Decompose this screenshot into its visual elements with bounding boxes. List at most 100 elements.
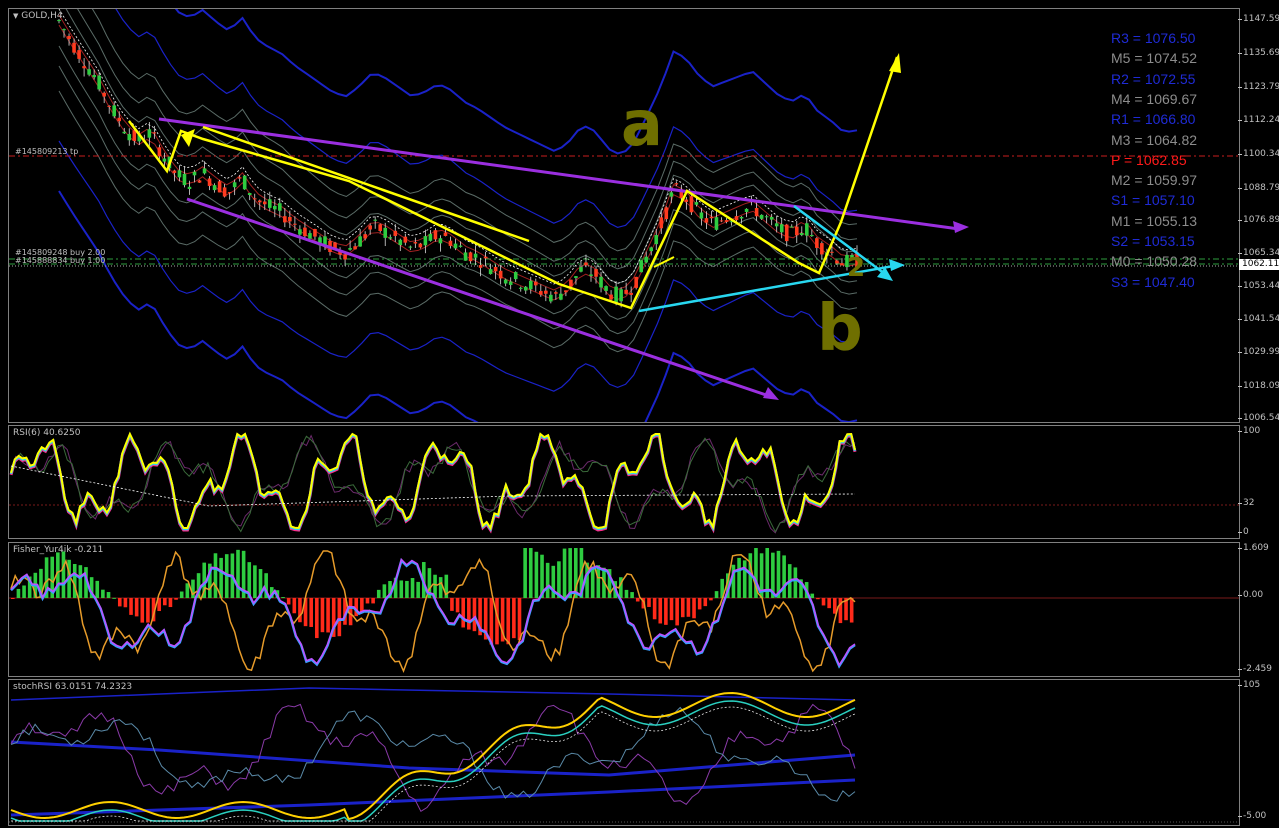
- candle-body: [799, 233, 804, 236]
- fisher-chart-svg: [9, 548, 1239, 674]
- candle-body: [794, 226, 799, 236]
- candle-body: [744, 208, 749, 212]
- candle-body: [383, 227, 388, 238]
- candle-body: [72, 42, 76, 53]
- candle-body: [784, 224, 789, 242]
- candle-body: [493, 266, 498, 272]
- candle-body: [759, 214, 764, 219]
- fisher-histogram-bar: [737, 557, 741, 598]
- price-scale-label: 1076.89: [1237, 215, 1279, 225]
- candle-body: [67, 35, 71, 39]
- candle-body: [453, 243, 458, 249]
- fisher-histogram-bar: [635, 598, 640, 602]
- pivot-level-label: R3 = 1076.50: [1111, 30, 1196, 46]
- fisher-histogram-bar: [95, 580, 100, 598]
- candle-body: [810, 235, 814, 237]
- candle-body: [448, 240, 453, 246]
- rsi-scale-min: 0: [1238, 527, 1249, 537]
- indicator-band-line: [58, 90, 858, 353]
- candle-body: [293, 223, 297, 225]
- candle-body: [478, 265, 483, 268]
- fisher-histogram-bar: [512, 598, 516, 639]
- fisher-histogram-bar: [810, 593, 815, 598]
- main-price-scale[interactable]: 1147.59 1135.69 1123.79 1112.24 1100.34 1088.…: [1237, 8, 1279, 423]
- candle-body: [769, 216, 774, 220]
- fisher-histogram-bar: [692, 598, 696, 619]
- main-price-pane[interactable]: ▼ GOLD,H4 #145809213 tp #145809248 buy 2…: [8, 8, 1240, 423]
- candle-body: [724, 220, 729, 222]
- fisher-histogram-bar: [140, 598, 145, 623]
- candle-body: [654, 235, 659, 245]
- fisher-histogram-bar: [450, 598, 454, 611]
- fisher-histogram-bar: [489, 598, 494, 645]
- candle-body: [308, 233, 312, 239]
- price-scale-label: 1041.54: [1237, 314, 1279, 324]
- candle-body: [62, 29, 66, 31]
- candle-body: [554, 292, 558, 294]
- candle-body: [564, 290, 568, 293]
- candle-body: [363, 234, 367, 239]
- fisher-histogram-bar: [590, 566, 595, 598]
- fisher-histogram-bar: [129, 598, 133, 615]
- candle-body: [117, 117, 122, 122]
- candle-body: [503, 279, 508, 284]
- fisher-histogram-bar: [680, 598, 685, 618]
- fisher-histogram-bar: [821, 598, 826, 606]
- fisher-histogram-bar: [134, 598, 139, 617]
- candle-body: [820, 243, 824, 255]
- candle-body: [433, 230, 438, 240]
- symbol-text: GOLD,H4: [21, 11, 63, 21]
- candle-body: [303, 227, 307, 237]
- indicator-band-line: [58, 14, 858, 291]
- candle-body: [483, 256, 488, 259]
- fisher-histogram-bar: [22, 585, 26, 598]
- candle-body: [624, 289, 628, 294]
- wave-b-annotation: b: [817, 292, 863, 366]
- triangle-down-icon[interactable]: ▼: [13, 12, 18, 20]
- fisher-histogram-bar: [11, 598, 15, 599]
- stochrsi-label: stochRSI 63.0151 74.2323: [13, 682, 133, 692]
- rsi-scale-max: 100: [1237, 426, 1261, 436]
- fisher-histogram-bar: [168, 598, 173, 608]
- candle-body: [669, 192, 674, 197]
- candle-body: [458, 245, 463, 247]
- fisher-histogram-bar: [624, 589, 629, 598]
- order-label-tp: #145809213 tp: [15, 147, 79, 156]
- candle-body: [539, 291, 543, 295]
- price-scale-label: 1112.24: [1237, 115, 1279, 125]
- candle-body: [343, 254, 347, 260]
- rsi-pane[interactable]: RSI(6) 40.6250: [8, 425, 1240, 539]
- price-scale-label: 1123.79: [1237, 82, 1279, 92]
- indicator-band-line: [58, 190, 858, 422]
- price-scale-label: 1135.69: [1237, 48, 1279, 58]
- fisher-histogram-bar: [219, 557, 223, 598]
- fisher-histogram-bar: [534, 551, 539, 598]
- stochrsi-pane[interactable]: stochRSI 63.0151 74.2323: [8, 679, 1240, 826]
- candle-body: [358, 236, 362, 247]
- fisher-histogram-bar: [568, 548, 572, 598]
- candle-body: [594, 269, 598, 277]
- candle-body: [674, 183, 679, 185]
- candle-body: [840, 263, 844, 266]
- stochrsi-blue-band: [10, 778, 856, 817]
- fisher-histogram-bar: [630, 592, 634, 598]
- pivot-level-label: M3 = 1064.82: [1111, 131, 1198, 148]
- candle-body: [413, 242, 418, 244]
- candle-body: [815, 238, 819, 248]
- candle-body: [719, 220, 724, 222]
- candle-body: [388, 237, 393, 239]
- candle-body: [513, 272, 518, 280]
- fisher-histogram-bar: [405, 580, 409, 598]
- yellow-arrow-head: [889, 53, 901, 73]
- price-scale-label: 1053.44: [1237, 281, 1279, 291]
- candle-body: [584, 262, 588, 266]
- pivot-level-label: M0 = 1050.28: [1111, 253, 1198, 270]
- fisher-histogram-bar: [742, 560, 747, 598]
- cyan-arrow-head: [889, 259, 905, 271]
- fisher-pane[interactable]: Fisher_Yur4ik -0.211: [8, 542, 1240, 677]
- fisher-histogram-bar: [309, 598, 313, 627]
- fisher-histogram-bar: [365, 598, 370, 604]
- candle-body: [704, 218, 709, 223]
- pivot-level-label: S3 = 1047.40: [1111, 273, 1195, 290]
- candle-body: [473, 253, 478, 258]
